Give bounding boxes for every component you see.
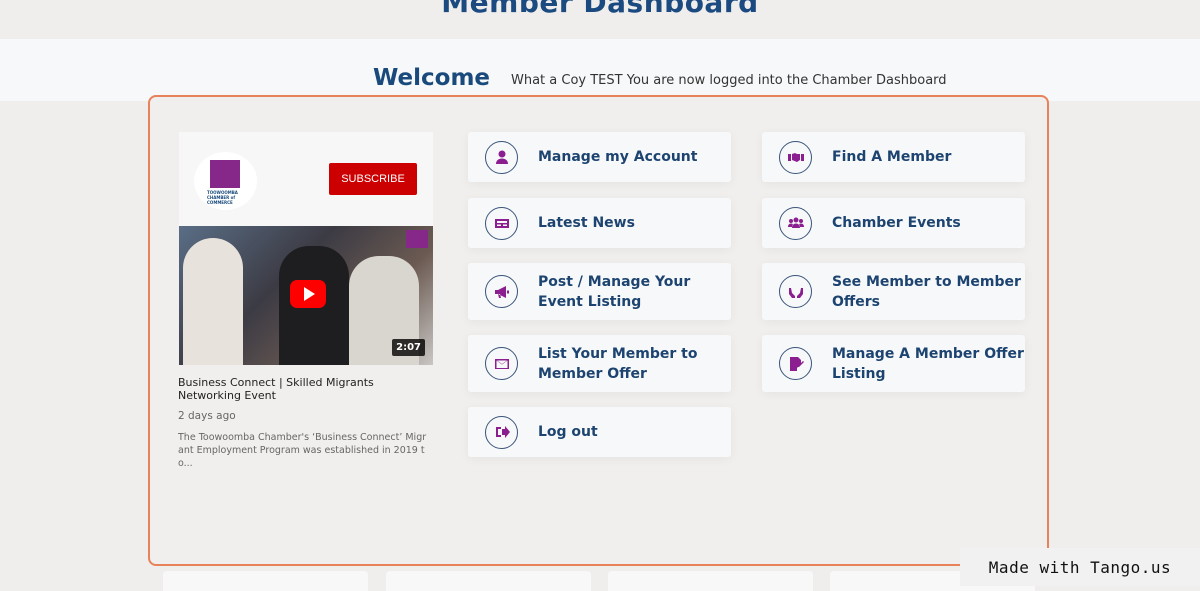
envelope-icon [485,347,518,380]
menu-log-out[interactable]: Log out [468,407,731,457]
lower-card [608,571,813,591]
user-icon [485,140,518,174]
sign-out-icon [485,415,518,449]
menu-post-event-listing[interactable]: Post / Manage Your Event Listing [468,263,731,320]
menu-chamber-events[interactable]: Chamber Events [762,198,1025,248]
file-signature-icon [779,347,812,380]
newspaper-icon [485,206,518,240]
menu-see-member-offers[interactable]: See Member to Member Offers [762,263,1025,320]
handshake-icon [779,140,812,174]
welcome-band [0,39,1200,101]
subscribe-button[interactable]: SUBSCRIBE [329,163,417,195]
video-description: The Toowoomba Chamber's ‘Business Connec… [178,432,427,469]
channel-logo[interactable]: TOOWOOMBA CHAMBER of COMMERCE [194,152,257,210]
menu-find-member[interactable]: Find A Member [762,132,1025,182]
menu-label: List Your Member to Member Offer [538,345,698,382]
menu-label: Find A Member [832,149,952,165]
menu-manage-account[interactable]: Manage my Account [468,132,731,182]
video-age: 2 days ago [178,410,236,422]
hands-icon [779,275,812,308]
page-title: Member Dashboard [441,0,759,19]
menu-label: Latest News [538,215,635,231]
menu-latest-news[interactable]: Latest News [468,198,731,248]
thumbnail-person [183,238,243,365]
megaphone-icon [485,275,518,308]
play-icon[interactable] [290,280,326,308]
chamber-logo-icon [210,160,240,188]
welcome-message: What a Coy TEST You are now logged into … [511,73,947,88]
video-duration: 2:07 [392,339,425,356]
channel-logo-text: TOOWOOMBA CHAMBER of COMMERCE [207,190,238,205]
tango-watermark: Made with Tango.us [960,548,1200,586]
users-icon [779,206,812,240]
menu-list-member-offer[interactable]: List Your Member to Member Offer [468,335,731,392]
thumbnail-logo [406,230,428,248]
menu-label: Post / Manage Your Event Listing [538,273,691,310]
lower-card [163,571,368,591]
menu-label: See Member to Member Offers [832,273,1021,310]
video-thumbnail[interactable]: 2:07 [179,226,433,365]
menu-manage-member-offer[interactable]: Manage A Member Offer Listing [762,335,1025,392]
video-title[interactable]: Business Connect | Skilled Migrants Netw… [178,376,408,402]
youtube-embed[interactable]: TOOWOOMBA CHAMBER of COMMERCE SUBSCRIBE … [179,132,433,365]
welcome-title: Welcome [373,65,491,91]
lower-card [386,571,591,591]
menu-label: Manage my Account [538,149,698,165]
menu-label: Log out [538,424,598,440]
menu-label: Manage A Member Offer Listing [832,345,1024,382]
menu-label: Chamber Events [832,215,961,231]
